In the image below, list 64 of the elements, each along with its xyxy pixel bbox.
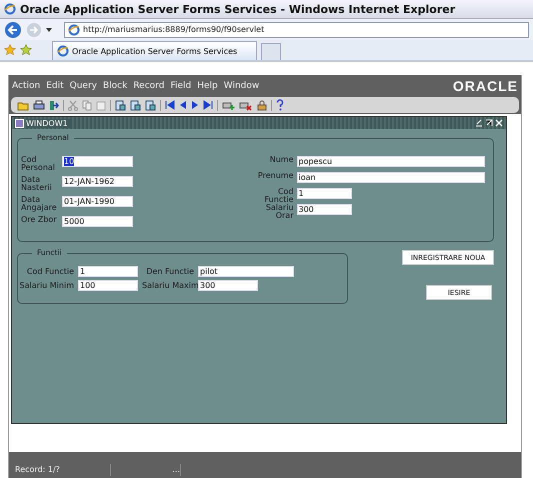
folder-icon[interactable]	[17, 100, 29, 110]
document-icon[interactable]	[130, 100, 141, 110]
document-icon[interactable]	[145, 100, 156, 110]
text-field[interactable]: 100	[78, 280, 138, 291]
next-icon[interactable]	[191, 100, 199, 110]
address-field[interactable]: http://mariusmarius:8889/forms90/f90servlet	[64, 22, 529, 38]
menu-item[interactable]: Edit	[46, 81, 64, 91]
menu-item[interactable]: Record	[133, 81, 164, 91]
back-icon[interactable]	[4, 20, 22, 38]
field-label: Den Functie	[145, 266, 194, 277]
exit-icon[interactable]	[49, 100, 59, 110]
help-icon[interactable]	[276, 99, 284, 111]
text-field[interactable]: 300	[198, 280, 258, 291]
status-text: Record: 1/?	[13, 464, 111, 476]
menu-item[interactable]: Field	[170, 81, 192, 91]
dropdown-icon[interactable]	[46, 28, 52, 32]
field-label: Cod Functie	[264, 188, 294, 204]
field-label: Cod Functie	[26, 266, 74, 277]
lock-icon[interactable]	[256, 100, 267, 110]
first-record-icon[interactable]	[165, 100, 175, 110]
field-label: Ore Zbor	[21, 216, 58, 224]
close-icon[interactable]	[495, 119, 503, 127]
add-record-icon[interactable]	[222, 100, 235, 110]
field-label: Salariu Orar	[264, 204, 294, 220]
previous-icon[interactable]	[179, 100, 187, 110]
minimize-icon[interactable]	[475, 119, 483, 127]
favorites-star-icon[interactable]	[4, 44, 16, 56]
text-field[interactable]: ioan	[296, 172, 484, 183]
brand-logo: ORACLE	[452, 78, 518, 94]
field-label: Nume	[268, 156, 294, 164]
text-field[interactable]: 10	[62, 156, 133, 167]
add-favorite-icon[interactable]	[20, 44, 32, 56]
browser-tab[interactable]: Oracle Application Server Forms Services	[52, 41, 257, 60]
field-label: Cod Personal	[21, 156, 56, 172]
field-label: Data Nasterii	[21, 176, 53, 192]
field-label: Data Angajare	[21, 196, 58, 212]
text-field[interactable]: pilot	[198, 266, 294, 277]
text-field[interactable]: 5000	[62, 216, 133, 227]
text-field[interactable]: 1	[78, 266, 138, 277]
browser-icon	[68, 24, 80, 36]
menu-item[interactable]: Query	[70, 81, 97, 91]
text-field[interactable]: 300	[296, 204, 352, 215]
field-label: Salariu Minim	[18, 280, 74, 291]
delete-record-icon[interactable]	[239, 100, 252, 110]
text-field[interactable]: 1	[296, 188, 352, 199]
text-field[interactable]: 12-JAN-1962	[62, 176, 133, 187]
status-text: ...	[111, 464, 181, 476]
menu-item[interactable]: Window	[224, 81, 260, 91]
printer-icon[interactable]	[33, 100, 45, 110]
document-icon[interactable]	[115, 100, 126, 110]
menu-item[interactable]: Help	[197, 81, 218, 91]
window-title: Oracle Application Server Forms Services - Windows Internet Explorer	[20, 2, 456, 16]
menu-item[interactable]: Block	[102, 81, 128, 91]
text-field[interactable]: popescu	[296, 156, 484, 167]
menu-item[interactable]: Action	[12, 81, 40, 91]
browser-icon	[4, 3, 16, 15]
text-field[interactable]: 01-JAN-1990	[62, 196, 133, 207]
form-icon	[15, 118, 24, 128]
last-record-icon[interactable]	[203, 100, 213, 110]
maximize-icon[interactable]	[485, 119, 493, 127]
clipboard-icon[interactable]	[96, 100, 106, 110]
field-label: Prenume	[256, 172, 294, 180]
window-title: WINDOW1	[26, 118, 70, 128]
browser-icon	[57, 45, 69, 57]
